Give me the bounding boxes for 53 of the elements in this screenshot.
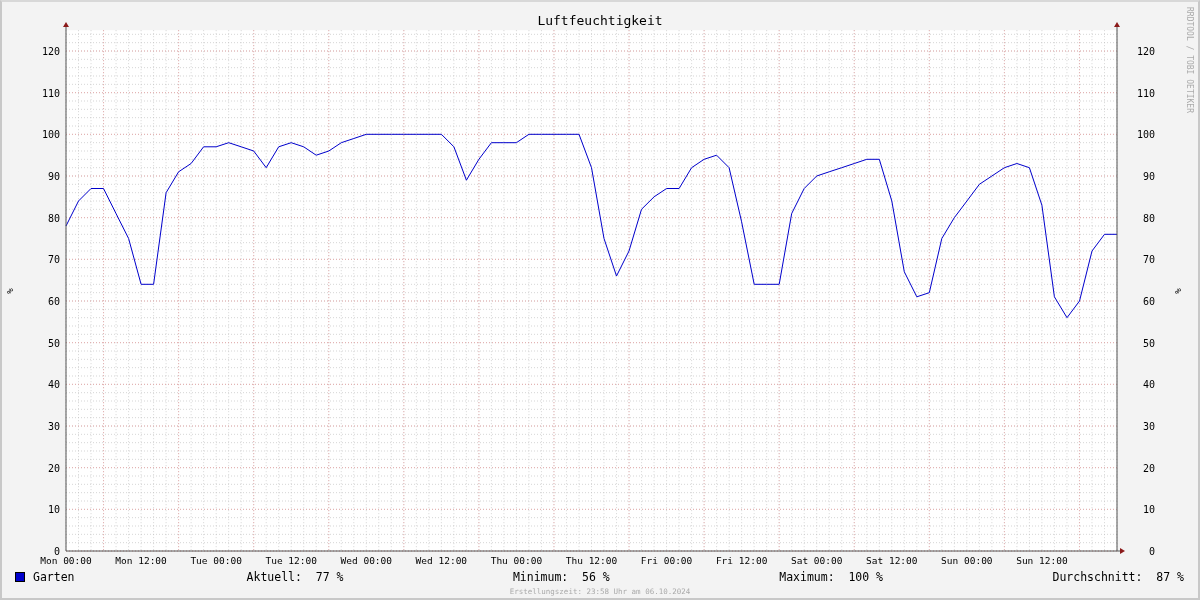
stat-label: Durchschnitt: (1052, 569, 1143, 586)
y-tick-label: 80 (47, 212, 60, 224)
y-tick-label: 10 (1142, 504, 1155, 516)
y-tick-label: 60 (1142, 296, 1155, 307)
y-tick-label: 120 (1136, 46, 1155, 57)
y-tick-label: 100 (41, 129, 60, 141)
x-tick-label: Tue 12:00 (265, 555, 317, 566)
x-tick-label: Fri 00:00 (640, 555, 693, 566)
y-tick-label: 50 (47, 337, 60, 349)
x-tick-label: Thu 00:00 (490, 555, 543, 566)
x-tick-label: Mon 12:00 (115, 555, 167, 566)
credit-text: RRDTOOL / TOBI OETIKER (1185, 7, 1194, 113)
y-tick-label: 20 (47, 462, 60, 474)
axis-label: % (1173, 288, 1183, 294)
y-tick-label: 30 (1142, 421, 1155, 432)
y-tick-label: 120 (41, 46, 60, 57)
y-tick-label: 0 (1148, 546, 1155, 557)
x-tick-label: Sat 12:00 (866, 555, 918, 566)
y-tick-label: 70 (1142, 254, 1155, 266)
y-tick-label: 30 (47, 421, 60, 432)
x-tick-label: Wed 00:00 (340, 555, 393, 566)
y-tick-label: 20 (1142, 462, 1155, 474)
x-tick-label: Fri 12:00 (715, 555, 768, 566)
stat-label: Minimum: (512, 569, 569, 586)
x-tick-label: Sat 00:00 (790, 555, 843, 566)
chart-title: Luftfeuchtigkeit (537, 13, 663, 28)
y-tick-label: 10 (47, 504, 60, 516)
x-tick-label: Tue 00:00 (190, 555, 242, 566)
x-tick-label: Sun 12:00 (1016, 555, 1068, 566)
y-tick-label: 0 (53, 546, 60, 557)
y-tick-label: 80 (1142, 212, 1155, 224)
stat-label: Maximum: (779, 569, 835, 586)
y-tick-label: 110 (1136, 87, 1155, 99)
y-tick-label: 40 (1142, 379, 1155, 391)
y-tick-label: 100 (1136, 129, 1155, 141)
y-tick-label: 40 (47, 379, 60, 391)
x-tick-label: Wed 12:00 (415, 555, 468, 566)
stat-value: 87 % (1156, 569, 1184, 586)
y-tick-label: 90 (47, 171, 60, 182)
y-tick-label: 90 (1142, 171, 1155, 182)
x-tick-label: Sun 00:00 (941, 555, 993, 566)
x-tick-label: Mon 00:00 (40, 555, 92, 566)
y-tick-label: 70 (47, 254, 60, 266)
x-tick-label: Thu 12:00 (565, 555, 618, 566)
stat-label: Aktuell: (246, 569, 302, 586)
stat-value: 77 % (315, 569, 344, 586)
stat-value: 100 % (848, 569, 883, 586)
y-tick-label: 50 (1142, 337, 1155, 349)
legend-label: Garten (33, 569, 75, 586)
axis-label: % (5, 288, 15, 294)
stat-value: 56 % (582, 569, 610, 586)
y-tick-label: 60 (47, 296, 60, 307)
y-tick-label: 110 (41, 87, 60, 99)
